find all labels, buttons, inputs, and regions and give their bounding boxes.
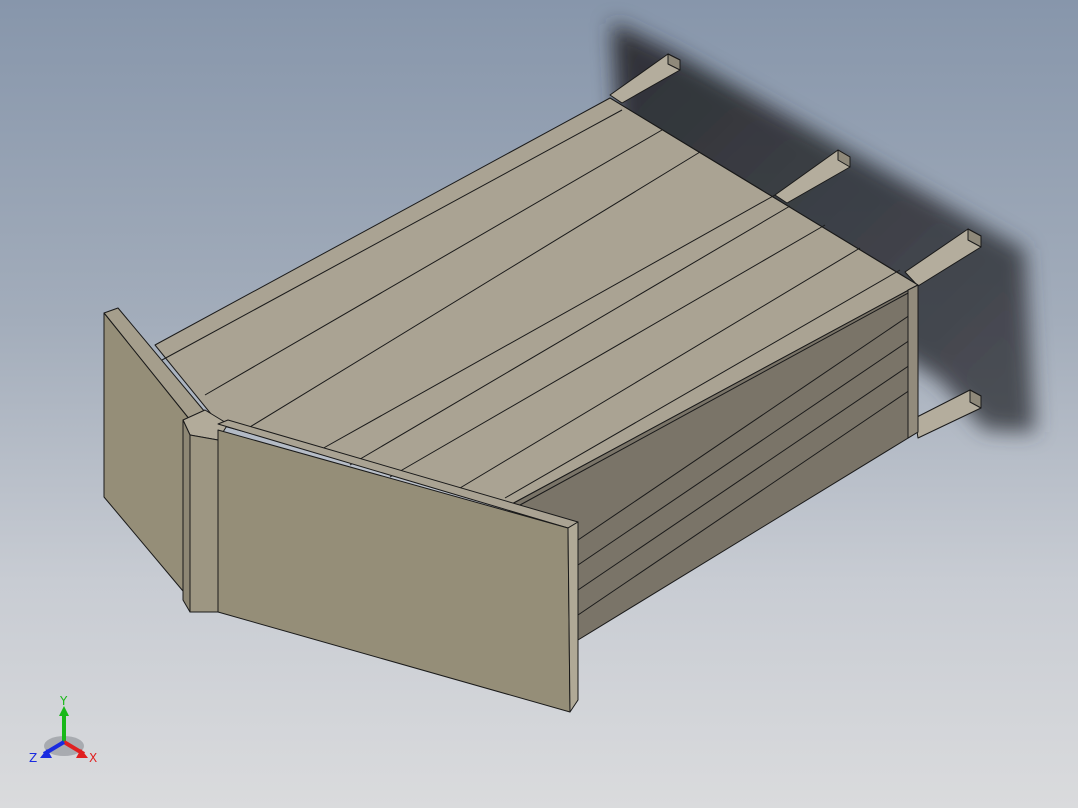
axis-triad[interactable]: Y X Z xyxy=(26,694,106,770)
triad-y-label: Y xyxy=(59,694,68,708)
graphics-viewport[interactable]: Y X Z xyxy=(0,0,1078,808)
triad-z-label: Z xyxy=(29,751,37,765)
side-end-post[interactable] xyxy=(907,284,919,439)
triad-x-label: X xyxy=(89,751,97,765)
model-3d-view[interactable] xyxy=(0,0,1078,808)
